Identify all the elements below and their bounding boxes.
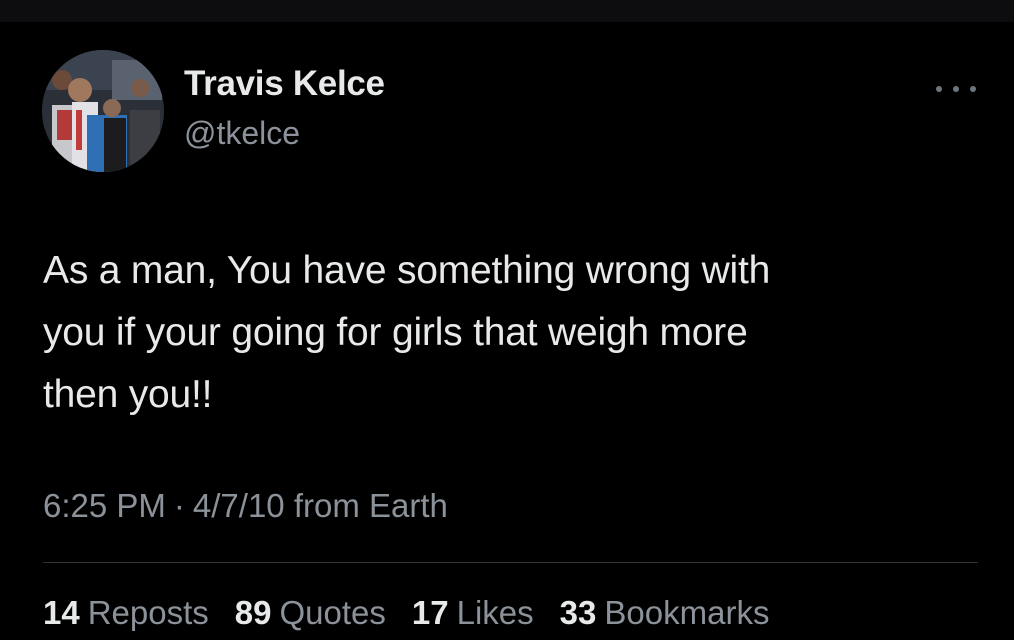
author-display-name[interactable]: Travis Kelce [184,64,385,104]
quotes-stat[interactable]: 89 Quotes [235,594,386,632]
bookmarks-label: Bookmarks [604,594,770,631]
likes-label: Likes [456,594,534,631]
more-horizontal-icon[interactable] [936,82,976,96]
likes-count: 17 [411,594,449,631]
tweet-meta: 6:25 PM · 4/7/10 from Earth [43,487,448,525]
bookmarks-count: 33 [559,594,597,631]
tweet-stats: 14 Reposts 89 Quotes 17 Likes 33 Bookmarks [43,594,769,632]
avatar-photo [42,50,164,172]
quotes-label: Quotes [279,594,386,631]
tweet-date-source[interactable]: 4/7/10 from Earth [193,487,448,524]
tweet-time[interactable]: 6:25 PM [43,487,166,524]
avatar[interactable] [42,50,164,172]
more-dot [936,86,942,92]
more-dot [953,86,959,92]
reposts-count: 14 [43,594,80,631]
quotes-count: 89 [234,594,272,631]
author-handle[interactable]: @tkelce [184,115,300,152]
top-status-strip [0,0,1014,22]
reposts-label: Reposts [87,594,209,631]
reposts-stat[interactable]: 14 Reposts [43,594,209,632]
likes-stat[interactable]: 17 Likes [412,594,534,632]
meta-separator: · [173,487,185,524]
more-dot [970,86,976,92]
tweet-text: As a man, You have something wrong with … [43,249,771,416]
divider [43,562,978,563]
bookmarks-stat[interactable]: 33 Bookmarks [560,594,770,632]
